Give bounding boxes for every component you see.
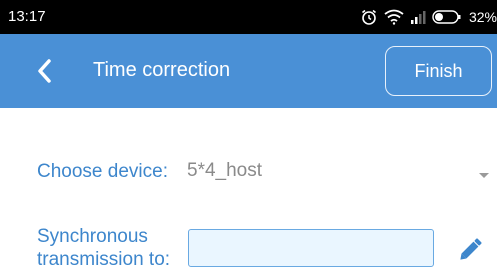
signal-icon	[410, 9, 426, 25]
battery-icon	[432, 9, 462, 25]
edit-button[interactable]	[454, 232, 488, 266]
app-bar: Time correction Finish	[0, 34, 497, 108]
dropdown-arrow-icon[interactable]	[478, 167, 490, 185]
sync-label-line1: Synchronous	[37, 226, 148, 247]
status-bar: 13:17 32%	[0, 0, 497, 34]
wifi-icon	[384, 9, 404, 25]
pencil-icon	[460, 238, 482, 260]
back-button[interactable]	[30, 56, 60, 86]
status-time: 13:17	[8, 8, 46, 25]
finish-button[interactable]: Finish	[385, 46, 492, 96]
sync-label-line2: transmission to:	[37, 249, 171, 270]
choose-device-label: Choose device:	[37, 161, 168, 182]
battery-percent: 32%	[468, 9, 497, 25]
sync-target-input[interactable]	[188, 229, 434, 267]
status-icons: 32%	[360, 6, 497, 28]
chevron-left-icon	[38, 59, 51, 83]
alarm-icon	[360, 8, 378, 26]
page-title: Time correction	[93, 59, 231, 81]
device-select-value[interactable]: 5*4_host	[187, 160, 262, 182]
